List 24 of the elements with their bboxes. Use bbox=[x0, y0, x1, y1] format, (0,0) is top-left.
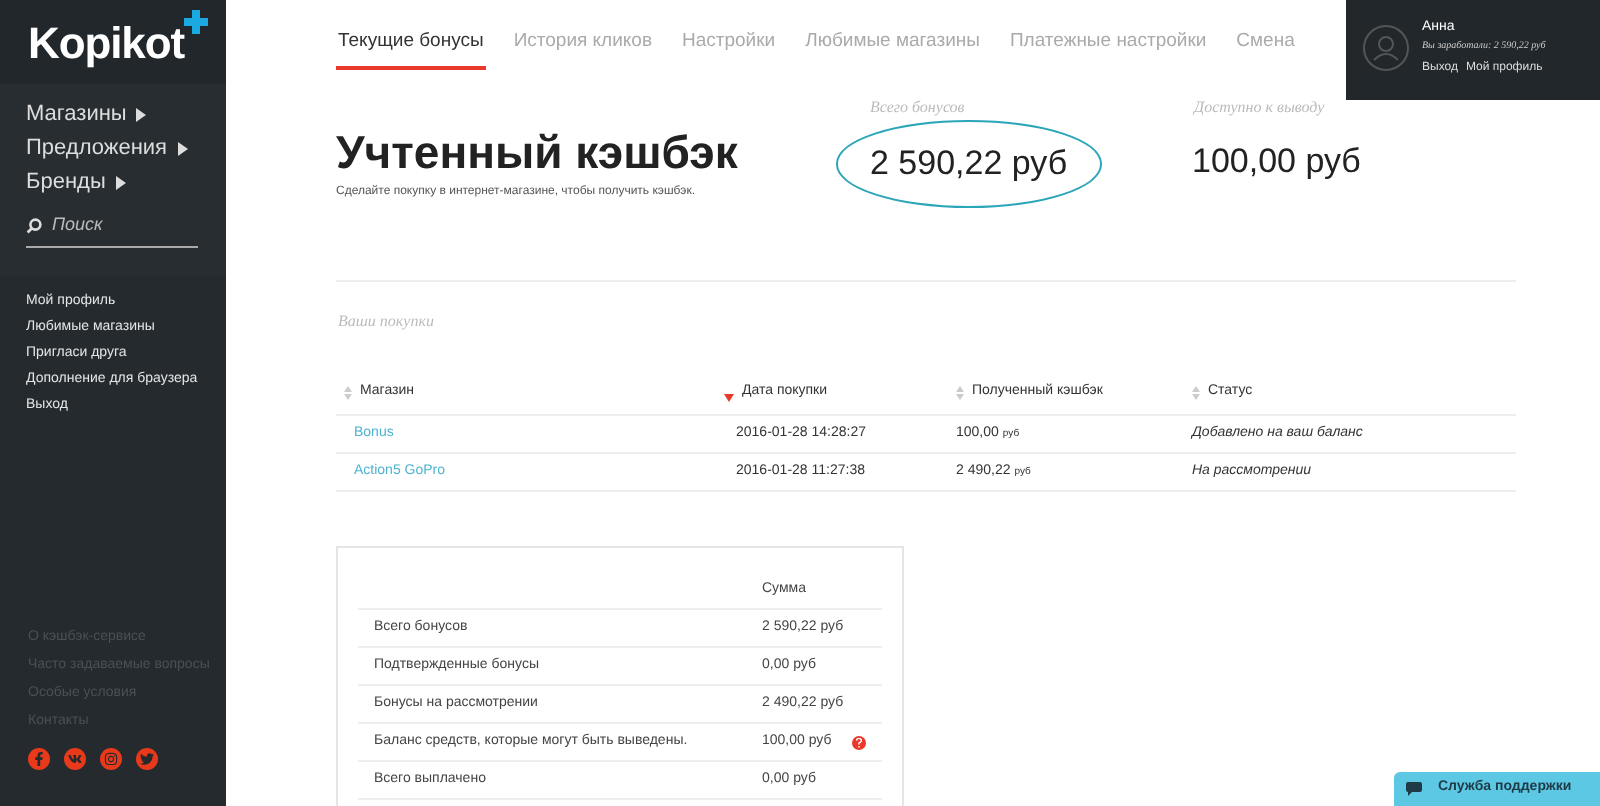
nav-link[interactable]: Магазины bbox=[26, 100, 127, 130]
social-icon[interactable] bbox=[28, 748, 50, 770]
stat-label: Всего бонусов bbox=[868, 98, 967, 119]
stat-value: 100,00 руб bbox=[1192, 140, 1361, 185]
chat-icon bbox=[1406, 782, 1422, 796]
plus-icon bbox=[184, 10, 209, 34]
search-field[interactable]: Поиск bbox=[52, 212, 192, 239]
triangle-icon bbox=[136, 108, 147, 122]
sort-down-icon[interactable] bbox=[724, 393, 734, 401]
tab[interactable]: Текущие бонусы bbox=[336, 28, 486, 71]
help-icon[interactable] bbox=[851, 735, 866, 750]
triangle-icon bbox=[177, 142, 188, 156]
search-icon bbox=[26, 217, 42, 234]
stat-label: Доступно к выводу bbox=[1192, 98, 1327, 119]
social-icon[interactable] bbox=[136, 748, 158, 770]
avatar-icon[interactable] bbox=[1362, 24, 1410, 72]
section-title: Ваши покупки bbox=[336, 310, 436, 335]
social-icon[interactable] bbox=[100, 748, 122, 770]
nav-link[interactable]: Предложения bbox=[26, 134, 168, 164]
page-title: Учтенный кэшбэк bbox=[336, 126, 740, 179]
stat-value: 2 590,22 руб bbox=[836, 120, 1102, 208]
nav-link[interactable]: Бренды bbox=[26, 168, 106, 198]
triangle-icon bbox=[115, 176, 126, 190]
social-icon[interactable] bbox=[64, 748, 86, 770]
